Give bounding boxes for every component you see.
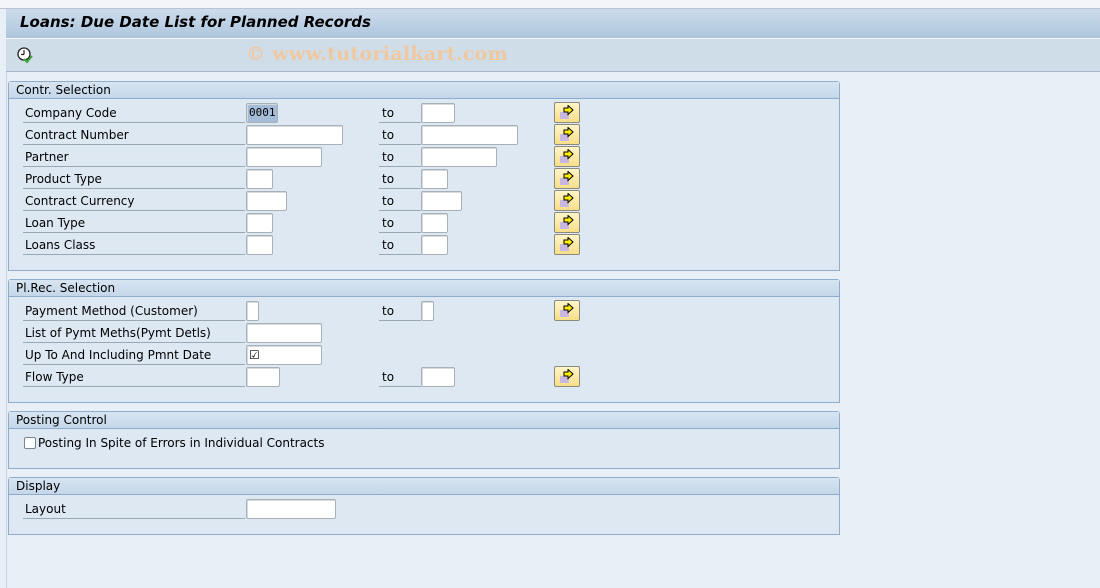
row-company-code: Company Code 0001 to xyxy=(9,102,839,124)
multiple-selection-arrow-icon xyxy=(560,303,574,317)
payment-method-low-input[interactable] xyxy=(246,301,259,321)
field-label: Company Code xyxy=(23,105,245,123)
watermark: © www.tutorialkart.com xyxy=(246,43,509,65)
multiple-selection-arrow-icon xyxy=(560,171,574,185)
row-layout: Layout xyxy=(9,498,839,520)
up-to-pmnt-date-input[interactable]: ☑ xyxy=(246,345,322,365)
multiple-selection-arrow-icon xyxy=(560,369,574,383)
field-label: Up To And Including Pmnt Date xyxy=(23,347,245,365)
field-label: Loans Class xyxy=(23,237,245,255)
group-title: Posting Control xyxy=(9,412,839,429)
title-bar: Loans: Due Date List for Planned Records xyxy=(6,9,1100,39)
group-title: Contr. Selection xyxy=(9,82,839,99)
loans-class-high-input[interactable] xyxy=(421,235,448,255)
company-code-low-input[interactable]: 0001 xyxy=(246,103,278,123)
multiple-selection-arrow-icon xyxy=(560,149,574,163)
company-code-high-input[interactable] xyxy=(421,103,455,123)
row-loan-type: Loan Type to xyxy=(9,212,839,234)
multiple-selection-button[interactable] xyxy=(554,190,580,211)
row-list-of-pymt-meths: List of Pymt Meths(Pymt Detls) xyxy=(9,322,839,344)
row-partner: Partner to xyxy=(9,146,839,168)
to-label: to xyxy=(379,303,421,321)
group-plrec-selection: Pl.Rec. Selection Payment Method (Custom… xyxy=(8,279,840,403)
partner-low-input[interactable] xyxy=(246,147,322,167)
row-up-to-pmnt-date: Up To And Including Pmnt Date ☑ xyxy=(9,344,839,366)
posting-errors-checkbox[interactable] xyxy=(24,437,36,449)
flow-type-high-input[interactable] xyxy=(421,367,455,387)
multiple-selection-button[interactable] xyxy=(554,124,580,145)
row-loans-class: Loans Class to xyxy=(9,234,839,256)
contract-currency-low-input[interactable] xyxy=(246,191,287,211)
multiple-selection-arrow-icon xyxy=(560,215,574,229)
product-type-high-input[interactable] xyxy=(421,169,448,189)
row-payment-method: Payment Method (Customer) to xyxy=(9,300,839,322)
row-product-type: Product Type to xyxy=(9,168,839,190)
group-display: Display Layout xyxy=(8,477,840,535)
to-label: to xyxy=(379,171,421,189)
multiple-selection-button[interactable] xyxy=(554,300,580,321)
row-flow-type: Flow Type to xyxy=(9,366,839,388)
to-label: to xyxy=(379,127,421,145)
window-top-strip xyxy=(0,0,1100,9)
contract-number-high-input[interactable] xyxy=(421,125,518,145)
field-label: List of Pymt Meths(Pymt Detls) xyxy=(23,325,245,343)
field-label: Loan Type xyxy=(23,215,245,233)
partner-high-input[interactable] xyxy=(421,147,497,167)
layout-input[interactable] xyxy=(246,499,336,519)
payment-method-high-input[interactable] xyxy=(421,301,434,321)
multiple-selection-arrow-icon xyxy=(560,237,574,251)
to-label: to xyxy=(379,215,421,233)
group-contr-selection: Contr. Selection Company Code 0001 to Co… xyxy=(8,81,840,271)
field-label: Product Type xyxy=(23,171,245,189)
group-title: Display xyxy=(9,478,839,495)
field-label: Layout xyxy=(23,501,245,519)
multiple-selection-arrow-icon xyxy=(560,105,574,119)
multiple-selection-button[interactable] xyxy=(554,102,580,123)
multiple-selection-button[interactable] xyxy=(554,146,580,167)
to-label: to xyxy=(379,193,421,211)
multiple-selection-button[interactable] xyxy=(554,168,580,189)
loan-type-low-input[interactable] xyxy=(246,213,273,233)
product-type-low-input[interactable] xyxy=(246,169,273,189)
left-border xyxy=(6,72,7,588)
multiple-selection-arrow-icon xyxy=(560,127,574,141)
checkbox-label: Posting In Spite of Errors in Individual… xyxy=(38,436,325,450)
field-label: Flow Type xyxy=(23,369,245,387)
to-label: to xyxy=(379,369,421,387)
contract-currency-high-input[interactable] xyxy=(421,191,462,211)
multiple-selection-button[interactable] xyxy=(554,212,580,233)
list-of-pymt-meths-input[interactable] xyxy=(246,323,322,343)
field-label: Payment Method (Customer) xyxy=(23,303,245,321)
execute-button[interactable] xyxy=(16,46,34,64)
field-label: Contract Currency xyxy=(23,193,245,211)
loan-type-high-input[interactable] xyxy=(421,213,448,233)
application-toolbar: © www.tutorialkart.com xyxy=(6,39,1100,72)
flow-type-low-input[interactable] xyxy=(246,367,280,387)
row-contract-currency: Contract Currency to xyxy=(9,190,839,212)
field-label: Contract Number xyxy=(23,127,245,145)
row-contract-number: Contract Number to xyxy=(9,124,839,146)
multiple-selection-button[interactable] xyxy=(554,234,580,255)
multiple-selection-arrow-icon xyxy=(560,193,574,207)
row-posting-errors: Posting In Spite of Errors in Individual… xyxy=(9,432,839,454)
to-label: to xyxy=(379,105,421,123)
group-posting-control: Posting Control Posting In Spite of Erro… xyxy=(8,411,840,469)
contract-number-low-input[interactable] xyxy=(246,125,343,145)
checkmark-icon: ☑ xyxy=(249,348,260,362)
page-title: Loans: Due Date List for Planned Records xyxy=(20,13,371,31)
multiple-selection-button[interactable] xyxy=(554,366,580,387)
loans-class-low-input[interactable] xyxy=(246,235,273,255)
to-label: to xyxy=(379,149,421,167)
execute-clock-check-icon xyxy=(17,47,33,64)
group-title: Pl.Rec. Selection xyxy=(9,280,839,297)
field-label: Partner xyxy=(23,149,245,167)
to-label: to xyxy=(379,237,421,255)
